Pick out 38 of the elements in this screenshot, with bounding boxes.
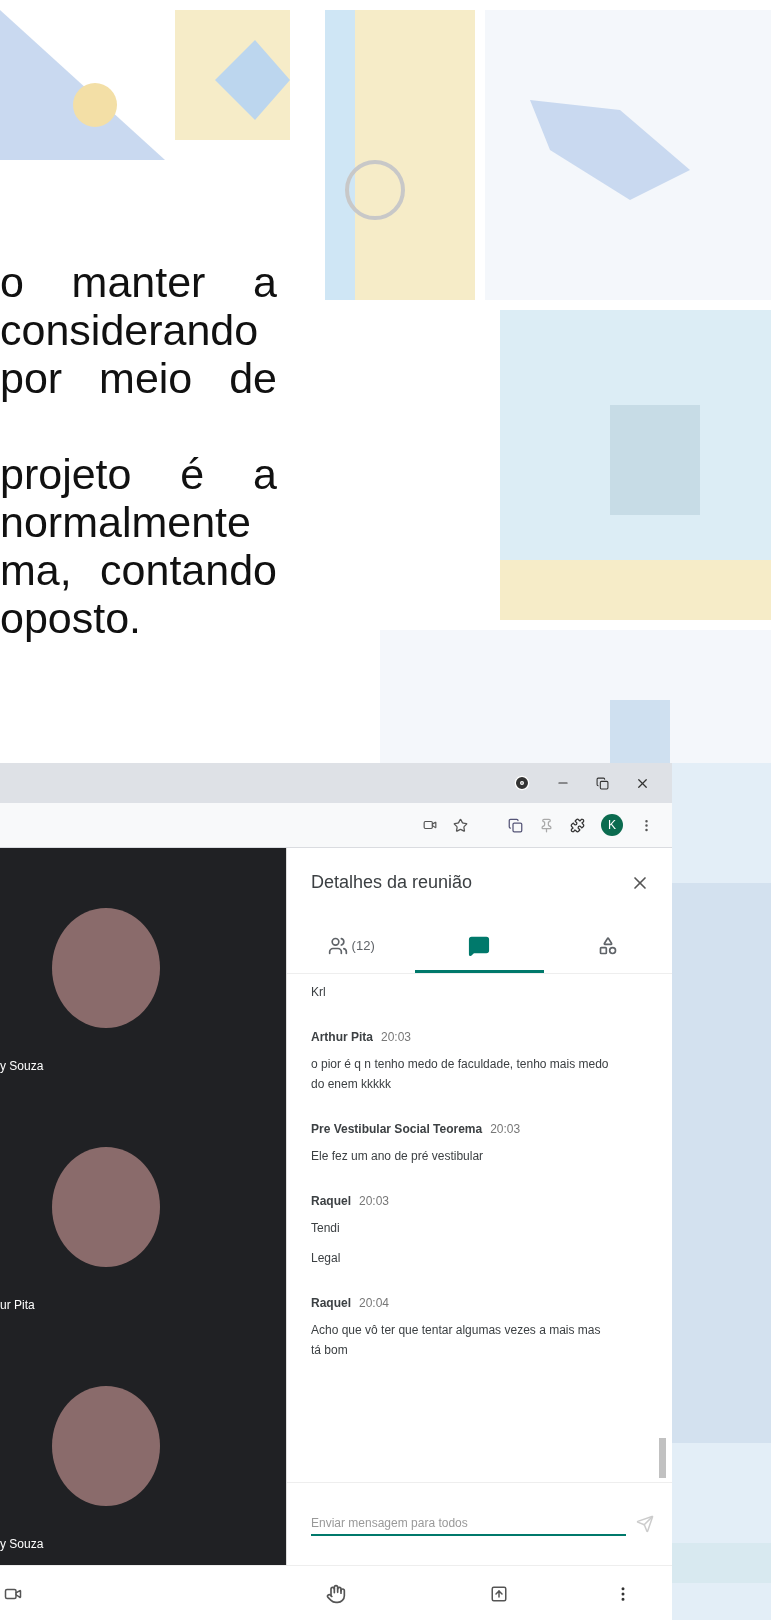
- panel-title: Detalhes da reunião: [311, 872, 473, 893]
- chat-icon: [468, 934, 491, 957]
- message-text: Legal: [311, 1250, 342, 1267]
- sender-name: Raquel: [311, 1296, 351, 1310]
- message-time: 20:03: [490, 1122, 521, 1136]
- message-time: 20:03: [359, 1194, 390, 1208]
- message-text: Ele fez um ano de pré vestibular: [311, 1148, 485, 1165]
- paragraph-line: por meio de: [0, 354, 277, 402]
- message-text: Acho que vô ter que tentar algumas vezes a mais mas tá bom: [311, 1322, 602, 1359]
- sender-name: Raquel: [311, 1194, 351, 1208]
- message-time: 20:04: [359, 1296, 390, 1310]
- participant-name: ur Pita: [0, 1298, 35, 1312]
- people-icon: [327, 935, 348, 956]
- paragraph-line: oposto.: [0, 594, 143, 642]
- paragraph-line: ma, contando: [0, 546, 277, 594]
- present-icon[interactable]: [490, 1584, 508, 1603]
- camera-icon[interactable]: [423, 818, 437, 832]
- scrollbar-thumb[interactable]: [659, 1438, 666, 1478]
- paragraph-line: normalmente: [0, 498, 252, 546]
- puzzle-icon[interactable]: [570, 817, 585, 833]
- message-time: 20:03: [381, 1030, 412, 1044]
- message-text: o pior é q n tenho medo de faculdade, tenho mais medo do enem kkkkk: [311, 1056, 610, 1093]
- paragraph-line: o manter a: [0, 258, 277, 306]
- paragraph-line: considerando: [0, 306, 260, 354]
- shapes-icon: [597, 935, 618, 956]
- participant-name: y Souza: [0, 1537, 44, 1551]
- restore-icon[interactable]: [596, 776, 609, 790]
- sender-name: Pre Vestibular Social Teorema: [311, 1122, 483, 1136]
- record-icon[interactable]: [514, 775, 530, 791]
- raise-hand-icon[interactable]: [326, 1583, 346, 1604]
- paragraph-line: projeto é a: [0, 450, 277, 498]
- panel-tab[interactable]: (12): [287, 921, 416, 973]
- participant-name: y Souza: [0, 1059, 44, 1073]
- star-icon[interactable]: [453, 817, 468, 833]
- profile-avatar[interactable]: K: [601, 814, 623, 836]
- message-text: Tendi: [311, 1220, 341, 1237]
- message-text: Krl: [311, 984, 327, 1001]
- sender-name: Arthur Pita: [311, 1030, 373, 1044]
